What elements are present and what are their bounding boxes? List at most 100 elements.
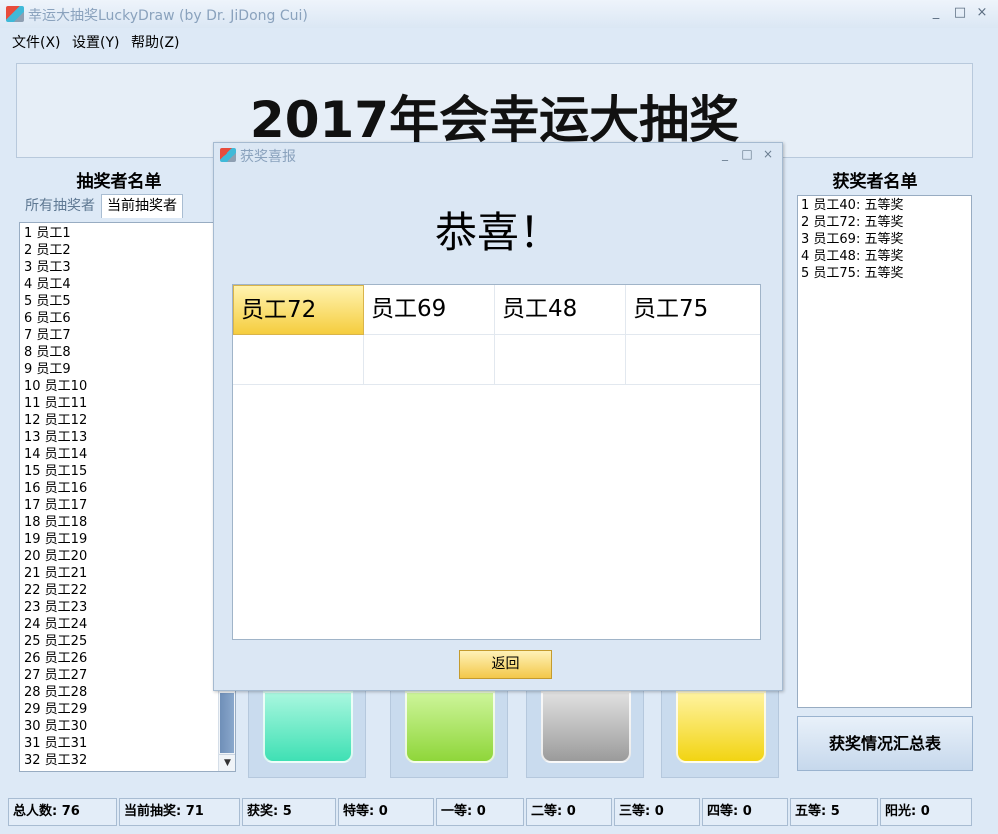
winner-list-item[interactable]: 4 员工48: 五等奖 — [798, 248, 971, 265]
dialog-title-bar: 获奖喜报 _ □ × — [214, 143, 782, 167]
winners-grid: 员工72 员工69 员工48 员工75 — [232, 284, 761, 640]
winner-dialog: 获奖喜报 _ □ × 恭喜！ 员工72 员工69 员工48 员工75 返回 — [213, 142, 783, 691]
status-won: 获奖: 5 — [242, 798, 336, 826]
list-item[interactable]: 21 员工21 — [24, 565, 87, 582]
list-item[interactable]: 4 员工4 — [24, 276, 87, 293]
list-item[interactable]: 15 员工15 — [24, 463, 87, 480]
list-item[interactable]: 22 员工22 — [24, 582, 87, 599]
status-second-value: 0 — [566, 804, 576, 819]
winner-cell[interactable]: 员工75 — [626, 285, 760, 335]
scroll-thumb[interactable] — [220, 693, 234, 753]
status-total: 总人数: 76 — [8, 798, 117, 826]
list-item[interactable]: 16 员工16 — [24, 480, 87, 497]
winner-list-item[interactable]: 1 员工40: 五等奖 — [798, 197, 971, 214]
winner-cell[interactable]: 员工69 — [364, 285, 495, 335]
dialog-app-icon — [220, 148, 236, 162]
list-item[interactable]: 32 员工32 — [24, 752, 87, 769]
status-fifth-label: 五等 — [795, 804, 822, 819]
prize-cup-icon — [676, 691, 766, 763]
prize-slot-1[interactable] — [248, 690, 366, 778]
list-item[interactable]: 30 员工30 — [24, 718, 87, 735]
participants-list[interactable]: 1 员工1 2 员工2 3 员工3 4 员工4 5 员工5 6 员工6 7 员工7 8 员工8… — [19, 222, 236, 772]
list-item[interactable]: 28 员工28 — [24, 684, 87, 701]
status-fourth: 四等: 0 — [702, 798, 788, 826]
list-item[interactable]: 31 员工31 — [24, 735, 87, 752]
status-second: 二等: 0 — [526, 798, 612, 826]
prize-cup-icon — [405, 691, 495, 763]
list-item[interactable]: 19 员工19 — [24, 531, 87, 548]
list-item[interactable]: 14 员工14 — [24, 446, 87, 463]
status-sunshine: 阳光: 0 — [880, 798, 972, 826]
list-item[interactable]: 8 员工8 — [24, 344, 87, 361]
list-item[interactable]: 2 员工2 — [24, 242, 87, 259]
status-total-label: 总人数 — [13, 804, 53, 819]
dialog-close-button[interactable]: × — [759, 146, 777, 162]
status-special: 特等: 0 — [338, 798, 434, 826]
status-first-label: 一等 — [441, 804, 468, 819]
status-won-label: 获奖 — [247, 804, 274, 819]
list-item[interactable]: 23 员工23 — [24, 599, 87, 616]
status-third: 三等: 0 — [614, 798, 700, 826]
list-item[interactable]: 25 员工25 — [24, 633, 87, 650]
status-special-label: 特等 — [343, 804, 370, 819]
list-item[interactable]: 6 员工6 — [24, 310, 87, 327]
menu-bar: 文件(X) 设置(Y) 帮助(Z) — [0, 28, 998, 54]
status-won-value: 5 — [282, 804, 292, 819]
menu-settings[interactable]: 设置(Y) — [72, 32, 119, 52]
winner-list-item[interactable]: 2 员工72: 五等奖 — [798, 214, 971, 231]
summary-button[interactable]: 获奖情况汇总表 — [797, 716, 973, 771]
winner-list-item[interactable]: 3 员工69: 五等奖 — [798, 231, 971, 248]
winner-cell[interactable]: 员工72 — [233, 285, 364, 335]
list-item[interactable]: 9 员工9 — [24, 361, 87, 378]
prize-slot-3[interactable] — [526, 690, 644, 778]
window-title: 幸运大抽奖LuckyDraw (by Dr. JiDong Cui) — [28, 8, 308, 24]
status-sunshine-value: 0 — [920, 804, 930, 819]
status-fourth-value: 0 — [742, 804, 752, 819]
empty-cell[interactable] — [233, 335, 364, 385]
list-item[interactable]: 5 员工5 — [24, 293, 87, 310]
status-sunshine-label: 阳光 — [885, 804, 912, 819]
list-item[interactable]: 3 员工3 — [24, 259, 87, 276]
list-item[interactable]: 13 员工13 — [24, 429, 87, 446]
list-item[interactable]: 12 员工12 — [24, 412, 87, 429]
list-item[interactable]: 7 员工7 — [24, 327, 87, 344]
return-button[interactable]: 返回 — [459, 650, 552, 679]
list-item[interactable]: 20 员工20 — [24, 548, 87, 565]
participants-title: 抽奖者名单 — [76, 172, 162, 192]
empty-cell[interactable] — [626, 335, 760, 385]
winner-list-item[interactable]: 5 员工75: 五等奖 — [798, 265, 971, 282]
menu-file[interactable]: 文件(X) — [12, 32, 61, 52]
status-current: 当前抽奖: 71 — [119, 798, 240, 826]
list-item[interactable]: 1 员工1 — [24, 225, 87, 242]
dialog-minimize-button[interactable]: _ — [716, 146, 734, 162]
list-item[interactable]: 11 员工11 — [24, 395, 87, 412]
tab-current-participants[interactable]: 当前抽奖者 — [101, 194, 183, 218]
winners-title: 获奖者名单 — [832, 172, 918, 192]
prize-slot-4[interactable] — [661, 690, 779, 778]
status-total-value: 76 — [61, 804, 80, 819]
menu-help[interactable]: 帮助(Z) — [131, 32, 180, 52]
empty-cell[interactable] — [495, 335, 626, 385]
status-bar: 总人数: 76 当前抽奖: 71 获奖: 5 特等: 0 一等: 0 二等: 0… — [0, 796, 998, 828]
status-special-value: 0 — [378, 804, 388, 819]
dialog-maximize-button[interactable]: □ — [738, 146, 756, 162]
list-item[interactable]: 29 员工29 — [24, 701, 87, 718]
maximize-button[interactable]: □ — [950, 4, 970, 22]
winner-cell[interactable]: 员工48 — [495, 285, 626, 335]
winners-list[interactable]: 1 员工40: 五等奖 2 员工72: 五等奖 3 员工69: 五等奖 4 员工48:… — [797, 195, 972, 708]
prize-slot-2[interactable] — [390, 690, 508, 778]
congrats-heading: 恭喜！ — [434, 208, 561, 257]
close-button[interactable]: × — [972, 4, 992, 22]
scroll-down-icon[interactable]: ▼ — [219, 754, 235, 771]
tab-all-participants[interactable]: 所有抽奖者 — [21, 194, 99, 218]
empty-cell[interactable] — [364, 335, 495, 385]
list-item[interactable]: 18 员工18 — [24, 514, 87, 531]
list-item[interactable]: 24 员工24 — [24, 616, 87, 633]
status-current-label: 当前抽奖 — [124, 804, 177, 819]
list-item[interactable]: 27 员工27 — [24, 667, 87, 684]
list-item[interactable]: 17 员工17 — [24, 497, 87, 514]
status-fifth: 五等: 5 — [790, 798, 878, 826]
list-item[interactable]: 10 员工10 — [24, 378, 87, 395]
list-item[interactable]: 26 员工26 — [24, 650, 87, 667]
minimize-button[interactable]: _ — [926, 4, 946, 22]
